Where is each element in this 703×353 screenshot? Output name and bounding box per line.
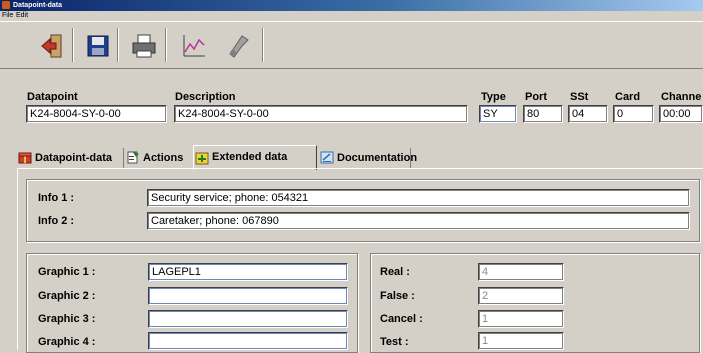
false-field[interactable]: 2: [478, 287, 564, 305]
description-field[interactable]: K24-8004-SY-0-00: [174, 105, 468, 123]
graphic-2-label: Graphic 2 :: [38, 290, 96, 302]
menu-edit[interactable]: Edit: [16, 11, 28, 20]
graphic-1-label: Graphic 1 :: [38, 266, 96, 278]
info-2-label: Info 2 :: [38, 215, 75, 227]
sst-label: SSt: [570, 91, 589, 103]
type-label: Type: [481, 91, 506, 103]
card-label: Card: [615, 91, 641, 103]
gift-icon: [18, 152, 32, 164]
save-button[interactable]: [84, 32, 112, 60]
tab-label: Documentation: [337, 152, 418, 164]
card-field[interactable]: 0: [613, 105, 654, 123]
description-label: Description: [175, 91, 236, 103]
test-label: Test :: [380, 336, 409, 348]
datapoint-field[interactable]: K24-8004-SY-0-00: [26, 105, 167, 123]
info-1-label: Info 1 :: [38, 192, 75, 204]
cancel-field[interactable]: 1: [478, 310, 564, 328]
port-field[interactable]: 80: [523, 105, 563, 123]
info-2-field[interactable]: Caretaker; phone: 067890: [147, 212, 690, 230]
channel-field[interactable]: 00:00: [659, 105, 703, 123]
actions-icon: [127, 151, 139, 164]
exit-button[interactable]: [39, 32, 67, 60]
tab-label: Actions: [143, 152, 184, 164]
documentation-icon: [320, 151, 334, 164]
menu-file[interactable]: File: [2, 11, 13, 20]
graphic-1-field[interactable]: LAGEPL1: [148, 263, 348, 281]
port-label: Port: [525, 91, 547, 103]
test-field[interactable]: 1: [478, 332, 564, 350]
print-icon: [132, 34, 156, 58]
print-button[interactable]: [130, 32, 158, 60]
toolbar: [0, 21, 703, 69]
type-field[interactable]: SY: [479, 105, 517, 123]
graphic-3-field[interactable]: [148, 310, 348, 328]
real-field[interactable]: 4: [478, 263, 564, 281]
sst-field[interactable]: 04: [568, 105, 608, 123]
chart-button[interactable]: [180, 32, 208, 60]
extended-data-icon: [195, 152, 209, 165]
save-icon: [87, 35, 109, 57]
menu-bar: File Edit: [0, 11, 703, 20]
tab-label: Extended data: [212, 151, 288, 163]
channel-label: Channe: [661, 91, 702, 103]
real-label: Real :: [380, 266, 410, 278]
exit-icon: [41, 34, 62, 58]
graphic-4-label: Graphic 4 :: [38, 336, 96, 348]
tool-icon: [229, 35, 249, 58]
false-label: False :: [380, 290, 415, 302]
tool-button[interactable]: [224, 32, 252, 60]
info-1-field[interactable]: Security service; phone: 054321: [147, 189, 690, 207]
window-title: Datapoint-data: [13, 2, 62, 9]
tab-actions[interactable]: Actions: [125, 147, 191, 169]
datapoint-label: Datapoint: [27, 91, 78, 103]
tab-label: Datapoint-data: [35, 152, 112, 164]
graphic-4-field[interactable]: [148, 332, 348, 350]
title-bar: Datapoint-data: [0, 0, 703, 11]
cancel-label: Cancel :: [380, 313, 423, 325]
tab-documentation[interactable]: Documentation: [319, 147, 437, 169]
app-icon: [2, 1, 10, 9]
chart-icon: [183, 35, 205, 57]
tab-extended-data[interactable]: Extended data: [193, 145, 317, 170]
graphic-2-field[interactable]: [148, 287, 348, 305]
graphic-3-label: Graphic 3 :: [38, 313, 96, 325]
tab-datapoint-data[interactable]: Datapoint-data: [17, 147, 121, 169]
